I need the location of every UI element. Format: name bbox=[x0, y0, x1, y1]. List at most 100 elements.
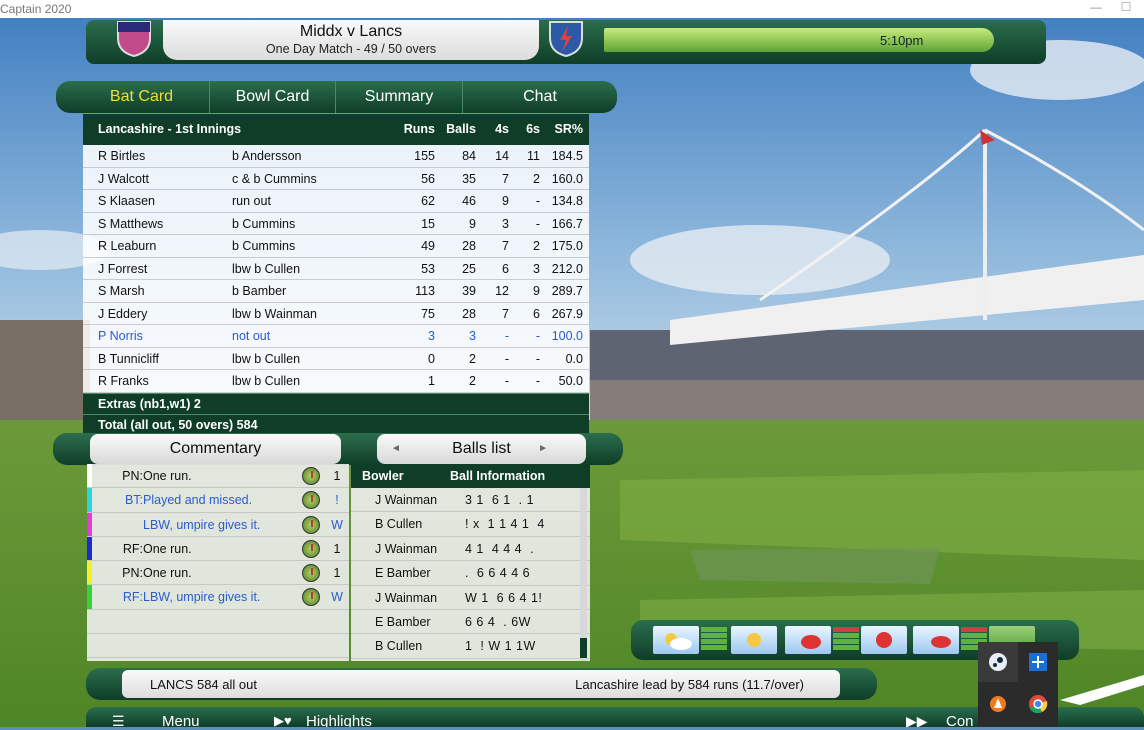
balls-list-scrollbar[interactable] bbox=[580, 488, 587, 661]
fast-forward-icon: ▶▶ bbox=[906, 713, 928, 727]
plus-icon[interactable] bbox=[1018, 642, 1058, 682]
batting-row[interactable]: S Matthews b Cummins 15 9 3 -166.7 bbox=[83, 213, 589, 235]
runs: 1 bbox=[428, 374, 435, 388]
highlights-button[interactable]: Highlights bbox=[306, 713, 372, 727]
batsman-color-strip bbox=[87, 512, 92, 536]
bowler-name: B Cullen bbox=[375, 639, 423, 654]
steam-icon[interactable] bbox=[978, 642, 1018, 682]
col-fours: 4s bbox=[495, 122, 509, 136]
dismissal: run out bbox=[232, 194, 271, 208]
tab-chat[interactable]: Chat bbox=[463, 81, 617, 113]
batting-row[interactable]: P Norris not out 3 3- -100.0 bbox=[83, 325, 589, 348]
ball-swing-icon[interactable] bbox=[913, 626, 959, 654]
balls-list-row[interactable]: E Bamber 6 6 4 . 6W bbox=[351, 610, 590, 635]
highlights-icon: ▶♥ bbox=[274, 713, 292, 727]
balls-list-prev-button[interactable]: ◄ bbox=[391, 434, 401, 464]
sixes: 2 bbox=[533, 171, 540, 186]
commentary-button[interactable]: Commentary bbox=[90, 434, 341, 464]
balls: 9 bbox=[469, 216, 476, 231]
ball-information: 4 1 4 4 4 . bbox=[465, 541, 535, 556]
batting-row[interactable]: J Eddery lbw b Wainman 75 28 7 6 267.9 bbox=[83, 303, 589, 325]
batsman-name: R Franks bbox=[98, 374, 149, 388]
menu-button[interactable]: Menu bbox=[162, 713, 200, 727]
ball-information: W 1 6 6 4 1! bbox=[465, 590, 543, 605]
weather-sun-icon[interactable] bbox=[731, 626, 777, 654]
batting-row[interactable]: J Walcott c & b Cummins 56 35 7 2 160.0 bbox=[83, 168, 589, 190]
bat-card-header: Lancashire - 1st Innings Runs Balls 4s 6… bbox=[83, 114, 589, 145]
sixes: - bbox=[535, 374, 540, 388]
ball-condition-icon[interactable] bbox=[861, 626, 907, 654]
strike-rate: 212.0 bbox=[551, 261, 583, 276]
commentary-list: PN: One run. 1 BT: Played and missed.! LBW, u… bbox=[87, 464, 349, 661]
balls-list-next-button[interactable]: ► bbox=[538, 434, 548, 464]
balls-list-row[interactable]: J Wainman 4 1 4 4 4 . bbox=[351, 537, 590, 562]
replay-ball-icon[interactable] bbox=[302, 515, 320, 534]
commentary-row[interactable] bbox=[87, 634, 349, 659]
balls: 2 bbox=[469, 351, 476, 366]
batting-row[interactable]: R Birtles b Andersson 155 84 14 11 184.5 bbox=[83, 145, 589, 168]
balls-list-row[interactable]: B Cullen ! x 1 1 4 1 4 bbox=[351, 512, 590, 537]
commentary-text: One run. bbox=[143, 566, 192, 581]
dismissal: lbw b Cullen bbox=[232, 374, 301, 388]
minimize-button[interactable]: — bbox=[1082, 0, 1110, 18]
balls-list-row[interactable]: J Wainman W 1 6 6 4 1! bbox=[351, 586, 590, 610]
chrome-icon[interactable] bbox=[1018, 684, 1058, 724]
weather-sun-cloud-icon[interactable] bbox=[653, 626, 699, 654]
continue-button[interactable]: Con bbox=[946, 713, 974, 727]
commentary-row[interactable]: PN: One run. 1 bbox=[87, 561, 349, 586]
batting-row[interactable]: R Leaburn b Cummins 49 28 7 2 175.0 bbox=[83, 235, 589, 258]
replay-ball-icon[interactable] bbox=[302, 539, 320, 558]
strike-rate: 134.8 bbox=[551, 194, 583, 208]
tab-summary[interactable]: Summary bbox=[336, 81, 463, 113]
replay-ball-icon[interactable] bbox=[302, 564, 320, 583]
sixes: 11 bbox=[527, 149, 540, 163]
bat-card-rows: R Birtles b Andersson 155 84 14 11 184.5 J Walc… bbox=[83, 145, 589, 393]
balls-list-scroll-thumb[interactable] bbox=[580, 638, 587, 658]
bowler-name: E Bamber bbox=[375, 614, 431, 629]
batting-row[interactable]: S Klaasen run out 62 46 9 -134.8 bbox=[83, 190, 589, 213]
balls-list-row[interactable]: E Bamber . 6 6 4 4 6 bbox=[351, 561, 590, 586]
window-title-bar: Captain 2020 — ☐ bbox=[0, 0, 1144, 18]
col-balls: Balls bbox=[446, 122, 476, 136]
dismissal: b Bamber bbox=[232, 284, 287, 298]
maximize-button[interactable]: ☐ bbox=[1112, 0, 1140, 18]
commentary-text: One run. bbox=[143, 541, 192, 556]
tab-bat-card[interactable]: Bat Card bbox=[74, 81, 210, 113]
commentary-row[interactable]: LBW, umpire gives it. W bbox=[87, 512, 349, 537]
batsman-color-strip bbox=[87, 561, 92, 585]
commentary-row[interactable]: RF: LBW, umpire gives it. W bbox=[87, 585, 349, 610]
batsman-name: R Birtles bbox=[98, 149, 146, 163]
balls-list-row[interactable]: B Cullen 1 ! W 1 1W bbox=[351, 634, 590, 659]
commentary-row[interactable]: RF: One run. 1 bbox=[87, 536, 349, 562]
system-tray-popup bbox=[978, 642, 1058, 727]
commentary-row[interactable]: PN: One run. 1 bbox=[87, 464, 349, 489]
tab-bowl-card[interactable]: Bowl Card bbox=[210, 81, 336, 113]
replay-ball-icon[interactable] bbox=[302, 467, 320, 485]
match-time-bar: 5:10pm bbox=[604, 28, 994, 52]
batting-row[interactable]: R Franks lbw b Cullen 1 2 - - 50.0 bbox=[83, 370, 589, 393]
col-bowler: Bowler bbox=[362, 469, 404, 483]
batting-row[interactable]: S Marsh b Bamber 113 39 12 9 289.7 bbox=[83, 280, 589, 303]
balls-list-row[interactable]: J Wainman 3 1 6 1 . 1 bbox=[351, 488, 590, 513]
fours: 6 bbox=[502, 261, 509, 276]
col-runs: Runs bbox=[403, 122, 435, 136]
runs: 15 bbox=[421, 216, 435, 231]
fours: - bbox=[504, 374, 509, 388]
strike-rate: 267.9 bbox=[551, 306, 583, 321]
batsman-initials: RF: bbox=[122, 590, 143, 605]
avast-icon[interactable] bbox=[978, 684, 1018, 724]
match-status-bar: LANCS 584 all out Lancashire lead by 584… bbox=[86, 668, 877, 700]
commentary-row[interactable]: BT: Played and missed.! bbox=[87, 488, 349, 513]
runs: 155 bbox=[414, 149, 435, 163]
batting-row[interactable]: J Forrest lbw b Cullen 53 25 6 3 212.0 bbox=[83, 258, 589, 280]
pitch-ball-icon[interactable] bbox=[785, 626, 831, 654]
commentary-text: One run. bbox=[143, 469, 192, 483]
replay-ball-icon[interactable] bbox=[302, 491, 320, 510]
sixes: 3 bbox=[533, 261, 540, 276]
commentary-row[interactable] bbox=[87, 610, 349, 635]
batting-row[interactable]: B Tunnicliff lbw b Cullen 0 2 - - 0.0 bbox=[83, 348, 589, 370]
balls: 28 bbox=[462, 306, 476, 321]
replay-ball-icon[interactable] bbox=[302, 588, 320, 607]
balls: 35 bbox=[462, 171, 476, 186]
middlesex-crest-icon bbox=[117, 21, 151, 58]
